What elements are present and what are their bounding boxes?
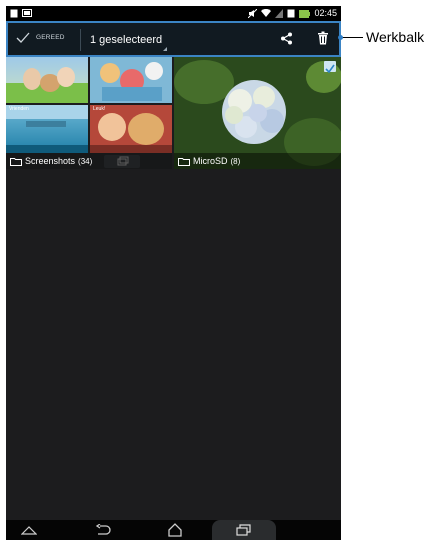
album-caption: MicroSD (8) (174, 153, 341, 169)
action-bar: GEREED 1 geselecteerd (6, 21, 341, 57)
home-icon (168, 523, 182, 537)
callout-line (341, 37, 363, 38)
selected-checkbox[interactable] (324, 61, 336, 74)
navigation-bar (6, 520, 341, 540)
done-button[interactable]: GEREED (16, 32, 65, 43)
share-button[interactable] (280, 32, 293, 50)
share-icon (281, 32, 292, 45)
chevron-up-icon (21, 526, 37, 535)
image-notification-icon (22, 9, 32, 17)
callout-label: Werkbalk (366, 29, 425, 45)
recent-apps-icon (236, 524, 251, 536)
thumbnail-label-leuk: Leuk! (93, 106, 106, 112)
document-icon (10, 9, 18, 18)
recent-apps-button[interactable] (212, 520, 276, 540)
dropdown-caret-icon (163, 47, 167, 51)
thumbnail-label-vrienden: Vrienden (9, 106, 29, 112)
delete-button[interactable] (317, 31, 329, 50)
clock: 02:45 (314, 8, 337, 18)
album-screenshots[interactable]: Vrienden Leuk! Screenshots (34) (6, 57, 172, 169)
checkmark-icon (16, 32, 30, 43)
battery-icon (299, 9, 311, 18)
folder-icon (178, 157, 190, 166)
back-icon (95, 524, 111, 535)
wifi-icon (261, 9, 272, 17)
check-icon (325, 64, 335, 74)
tablet-screen: 02:45 GEREED 1 geselecteerd Vrienden Leu… (6, 6, 341, 540)
album-title: MicroSD (193, 156, 228, 166)
mute-icon (248, 9, 258, 18)
done-label: GEREED (36, 34, 65, 41)
back-button[interactable] (86, 520, 120, 540)
album-caption: Screenshots (34) (6, 153, 172, 169)
home-button[interactable] (158, 520, 192, 540)
app-notification-icon (287, 9, 295, 18)
signal-icon (275, 9, 284, 18)
album-count: (34) (78, 156, 93, 166)
album-count: (8) (230, 156, 241, 166)
collapse-button[interactable] (12, 520, 46, 540)
selection-count[interactable]: 1 geselecteerd (90, 34, 162, 46)
action-bar-divider (80, 29, 81, 51)
status-bar: 02:45 (6, 6, 341, 21)
folder-icon (10, 157, 22, 166)
album-microsd[interactable]: MicroSD (8) (174, 57, 341, 169)
callout-dot (338, 35, 343, 40)
trash-icon (318, 31, 328, 45)
album-title: Screenshots (25, 156, 76, 166)
